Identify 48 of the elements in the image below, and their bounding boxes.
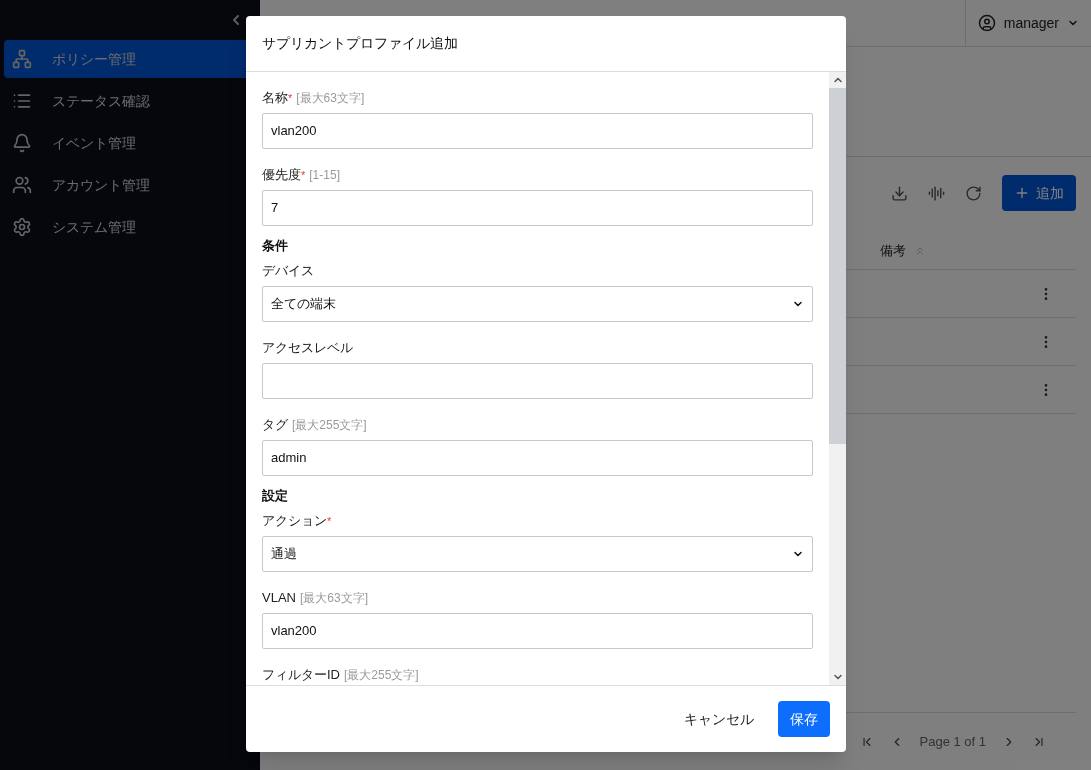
field-label: タグ (262, 417, 288, 433)
settings-icon (12, 217, 32, 237)
field-hint: [最大255文字] (292, 417, 367, 433)
required-mark: * (327, 514, 332, 529)
field-label: フィルターID (262, 667, 340, 683)
sidebar-item[interactable]: ステータス確認 (4, 82, 256, 120)
select-field[interactable]: 通過 (262, 536, 813, 572)
required-mark: * (288, 92, 293, 106)
field-hint: [1-15] (309, 167, 340, 183)
dialog-title: サプリカントプロファイル追加 (262, 34, 458, 53)
input-field[interactable] (262, 363, 813, 399)
user-icon (977, 14, 996, 32)
sidebar-item[interactable]: イベント管理 (4, 124, 256, 162)
list-icon (12, 91, 32, 111)
field-label: アクセスレベル (262, 340, 353, 356)
input-field[interactable]: 7 (262, 190, 813, 226)
field-label: 優先度 (262, 167, 301, 183)
page-indicator: Page 1 of 1 (919, 732, 986, 751)
input-field[interactable]: vlan200 (262, 113, 813, 149)
save-button[interactable]: 保存 (778, 701, 830, 737)
sidebar-item[interactable]: アカウント管理 (4, 166, 256, 204)
section-heading: 条件 (262, 238, 288, 254)
field-label: 名称 (262, 90, 288, 106)
section-heading: 設定 (262, 488, 288, 504)
download-icon[interactable] (891, 184, 908, 202)
field-label: デバイス (262, 263, 314, 279)
sidebar-item[interactable]: システム管理 (4, 208, 256, 246)
field-label: VLAN (262, 590, 296, 606)
field-hint: [最大63文字] (296, 90, 365, 106)
required-mark: * (301, 169, 306, 183)
field-label: アクション (262, 513, 327, 529)
select-field[interactable]: 全ての端末 (262, 286, 813, 322)
input-field[interactable]: admin (262, 440, 813, 476)
column-header[interactable]: 備考 (880, 240, 926, 261)
field-hint: [最大63文字] (299, 590, 368, 606)
field-hint: [最大255文字] (344, 667, 419, 683)
bell-icon (12, 133, 32, 153)
user-menu[interactable]: manager (964, 0, 1091, 46)
refresh-icon[interactable] (965, 184, 982, 202)
scrollbar-thumb[interactable] (829, 88, 846, 444)
scrollbar[interactable] (829, 72, 846, 685)
add-button[interactable]: 追加 (1002, 175, 1076, 211)
input-field[interactable]: vlan200 (262, 613, 813, 649)
plus-icon (1014, 185, 1030, 201)
hierarchy-icon (12, 49, 32, 69)
people-icon (12, 175, 32, 195)
cancel-button[interactable]: キャンセル (680, 708, 758, 730)
waveform-icon[interactable] (928, 184, 945, 202)
